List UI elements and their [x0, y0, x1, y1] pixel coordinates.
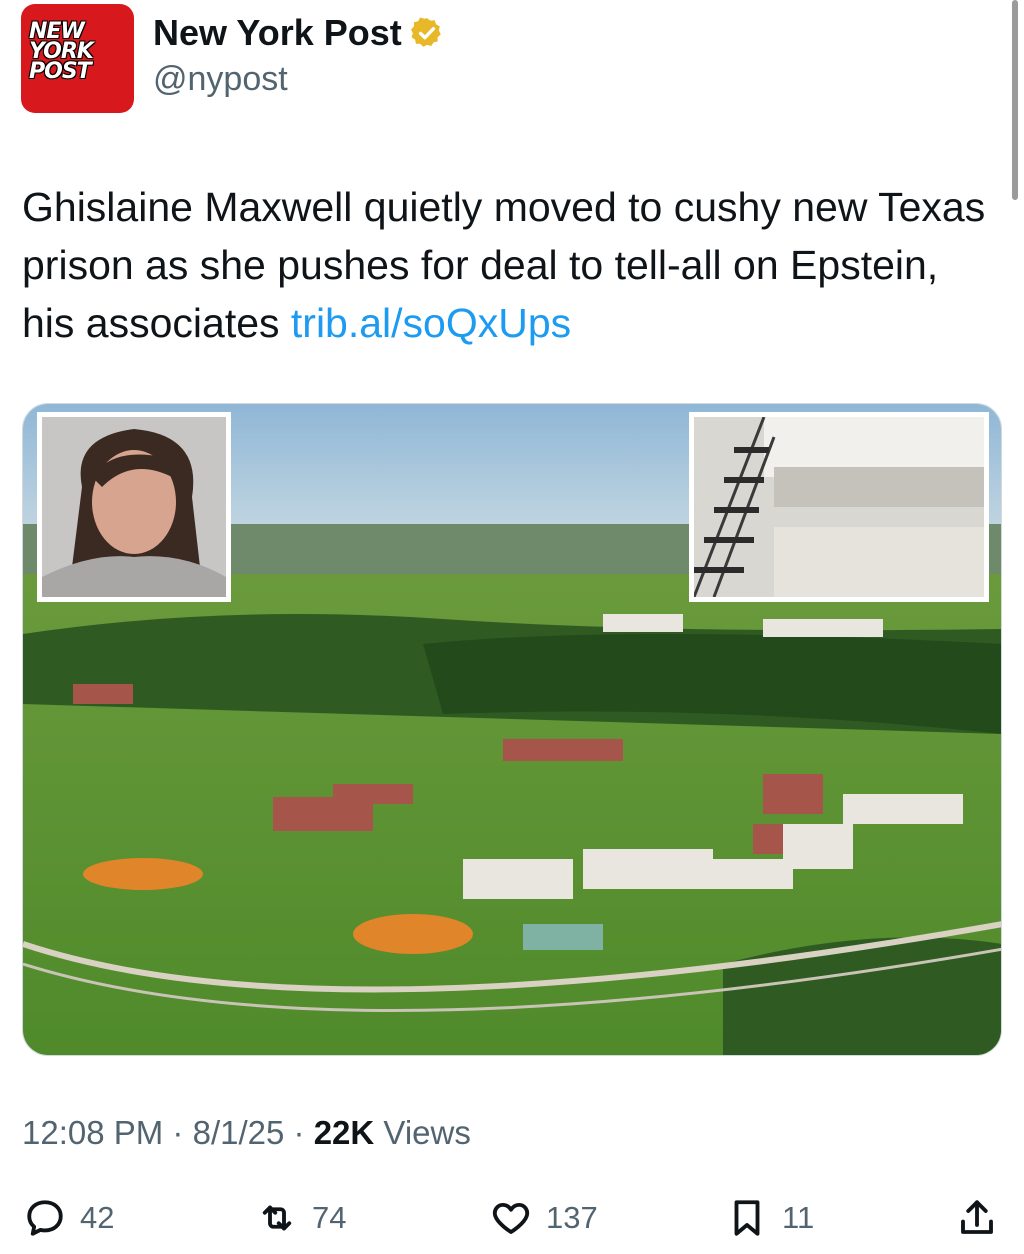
tweet-link[interactable]: trib.al/soQxUps — [291, 300, 571, 346]
like-button[interactable]: 137 — [490, 1190, 598, 1246]
verified-badge-icon — [410, 17, 441, 47]
portrait-photo — [42, 417, 226, 597]
retweet-count: 74 — [312, 1200, 347, 1235]
avatar[interactable]: NEW YORK POST — [21, 4, 134, 113]
tweet-meta: 12:08 PM · 8/1/25 · 22K Views — [22, 1114, 471, 1152]
bookmark-icon — [734, 1200, 760, 1236]
cellblock-inset — [689, 412, 989, 602]
retweet-button[interactable]: 74 — [256, 1190, 346, 1246]
bookmark-count: 11 — [782, 1200, 815, 1235]
display-name-text[interactable]: New York Post — [153, 12, 402, 54]
nypost-logo: NEW YORK POST — [29, 19, 94, 84]
retweet-icon — [262, 1205, 292, 1231]
share-button[interactable] — [956, 1190, 998, 1246]
heart-icon — [492, 1202, 530, 1234]
reply-button[interactable]: 42 — [24, 1190, 114, 1246]
meta-separator: · — [172, 1114, 184, 1151]
reply-icon — [27, 1200, 63, 1236]
share-icon — [961, 1200, 993, 1234]
tweet-text: Ghislaine Maxwell quietly moved to cushy… — [22, 178, 992, 352]
meta-separator: · — [293, 1114, 305, 1151]
interior-photo — [694, 417, 984, 597]
mugshot-inset — [37, 412, 231, 602]
account-names: New York Post @nypost — [153, 12, 444, 99]
like-count: 137 — [546, 1200, 598, 1235]
reply-count: 42 — [80, 1200, 115, 1235]
action-bar: 42 74 137 11 — [0, 1190, 1024, 1250]
tweet-header: NEW YORK POST New York Post @nypost — [21, 4, 444, 113]
tweet-time[interactable]: 12:08 PM — [22, 1114, 163, 1151]
views-count: 22K — [313, 1114, 375, 1151]
tweet-media-image[interactable] — [22, 403, 1002, 1056]
bookmark-button[interactable]: 11 — [726, 1190, 814, 1246]
tweet-date[interactable]: 8/1/25 — [193, 1114, 285, 1151]
handle[interactable]: @nypost — [153, 60, 444, 99]
scrollbar[interactable] — [1012, 0, 1018, 200]
display-name[interactable]: New York Post — [153, 12, 444, 54]
views-label: Views — [383, 1114, 471, 1151]
